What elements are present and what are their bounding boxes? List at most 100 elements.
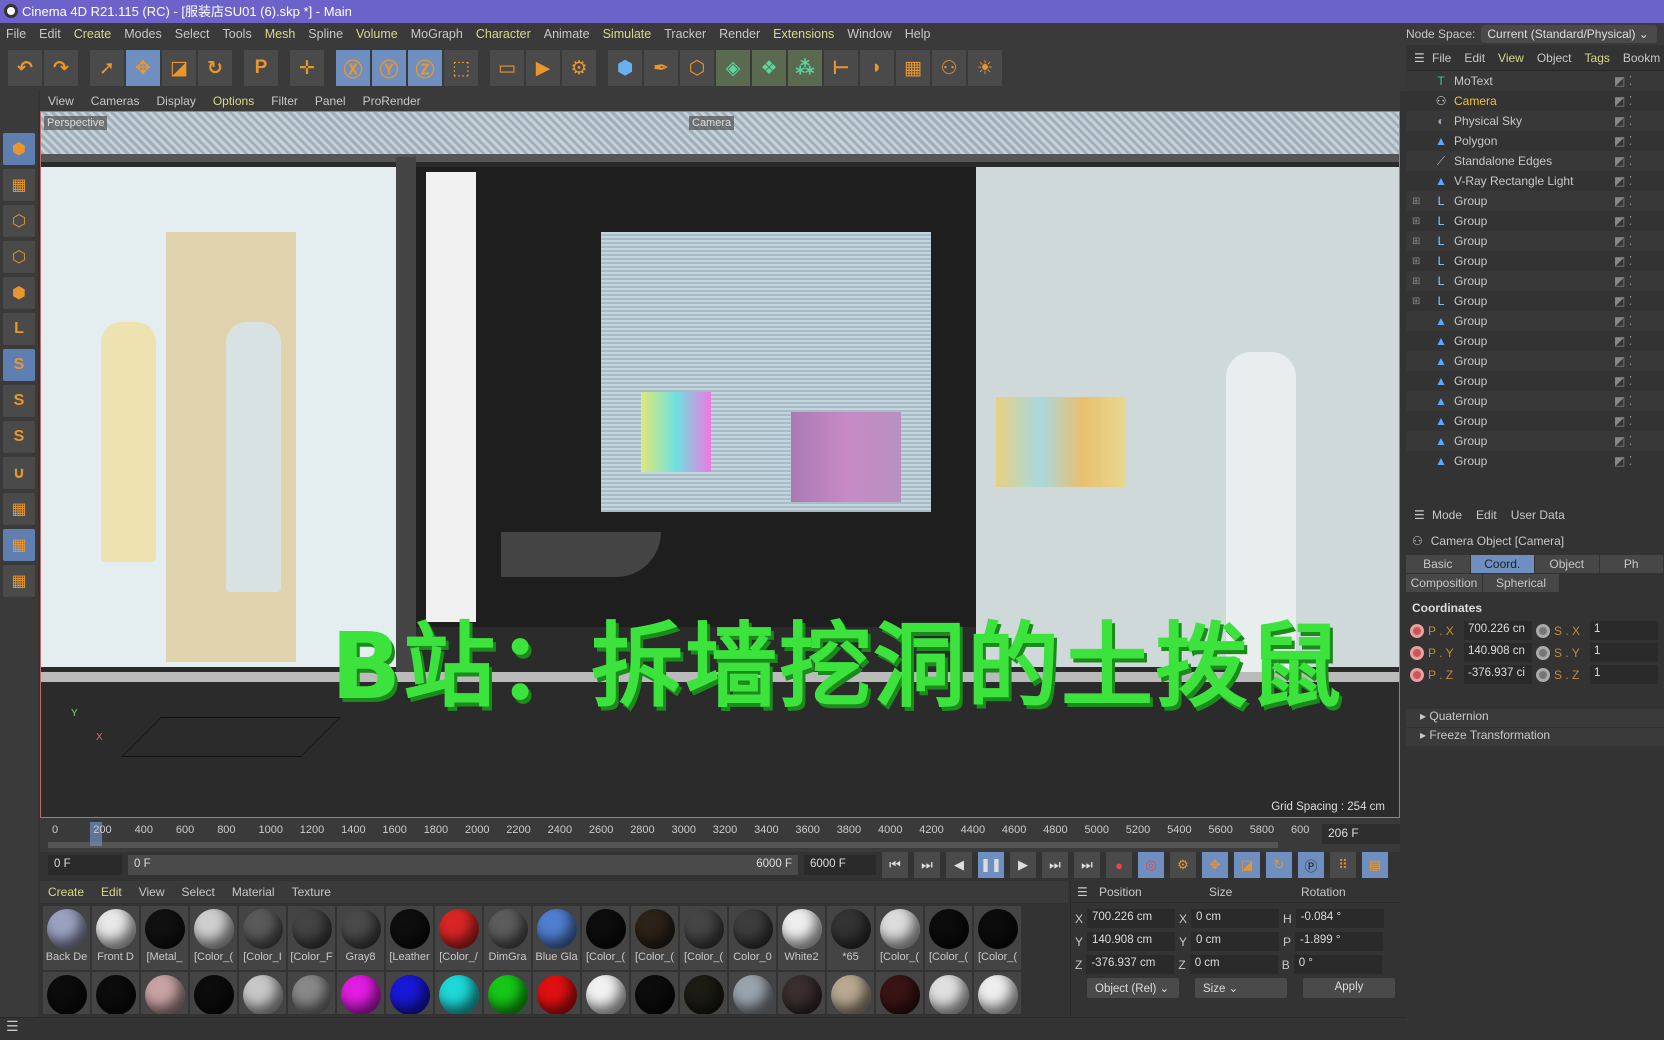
previous-key-button[interactable]: ⏭	[914, 852, 940, 878]
material-swatch[interactable]	[778, 972, 825, 1014]
menu-mesh[interactable]: Mesh	[265, 27, 296, 41]
magnet-icon[interactable]: ∪	[3, 457, 35, 489]
redo-icon[interactable]: ↷	[44, 50, 78, 86]
material-swatch[interactable]: [Leather	[386, 906, 433, 970]
attribute-menu-user-data[interactable]: User Data	[1511, 508, 1565, 522]
cube-icon[interactable]: ⬢	[608, 50, 642, 86]
texture-mode-icon[interactable]: ▦	[3, 169, 35, 201]
node-space-select[interactable]: Current (Standard/Physical) ⌄	[1481, 25, 1658, 43]
visibility-toggle-icon[interactable]: ◩ ⁚	[1614, 94, 1633, 108]
snap-settings-icon[interactable]: S	[3, 385, 35, 417]
material-swatch[interactable]: [Color_(	[190, 906, 237, 970]
menu-animate[interactable]: Animate	[544, 27, 590, 41]
material-menu-material[interactable]: Material	[232, 885, 275, 899]
material-swatch[interactable]	[533, 972, 580, 1014]
menu-extensions[interactable]: Extensions	[773, 27, 834, 41]
timeline-ruler[interactable]: 206 F 0 200 400 600 800 1000 1200 1400 1600 1800 2…	[40, 818, 1400, 852]
object-row[interactable]: ⊞ L Group ◩ ⁚	[1406, 191, 1664, 211]
expand-icon[interactable]: ⊞	[1412, 196, 1420, 207]
tab-coord[interactable]: Coord.	[1470, 555, 1534, 573]
scale-field[interactable]: 1	[1590, 665, 1658, 684]
material-swatch[interactable]	[484, 972, 531, 1014]
material-swatch[interactable]	[925, 972, 972, 1014]
keyframe-toggle-icon[interactable]	[1410, 645, 1424, 660]
material-swatch[interactable]	[190, 972, 237, 1014]
menu-icon[interactable]: ☰	[1077, 885, 1099, 899]
keyframe-toggle-icon[interactable]	[1536, 623, 1550, 638]
object-row[interactable]: ▲ Group ◩ ⁚	[1406, 311, 1664, 331]
key-scale-icon[interactable]: ◪	[1234, 852, 1260, 878]
snap-enable-icon[interactable]: S	[3, 421, 35, 453]
material-swatch[interactable]	[827, 972, 874, 1014]
world-axis-icon[interactable]: ✛	[290, 50, 324, 86]
visibility-toggle-icon[interactable]: ◩ ⁚	[1614, 174, 1633, 188]
object-row[interactable]: ⊞ L Group ◩ ⁚	[1406, 251, 1664, 271]
object-row[interactable]: ▲ Group ◩ ⁚	[1406, 451, 1664, 471]
material-swatch[interactable]: Color_0	[729, 906, 776, 970]
coordinate-mode-dropdown[interactable]: Object (Rel) ⌄	[1087, 978, 1179, 998]
material-swatch[interactable]: [Color_/	[435, 906, 482, 970]
position-field[interactable]: 140.908 cm	[1087, 932, 1176, 951]
axis-mode-icon[interactable]: L	[3, 313, 35, 345]
material-menu-edit[interactable]: Edit	[101, 885, 122, 899]
expand-icon[interactable]: ⊞	[1412, 236, 1420, 247]
key-parameter-icon[interactable]: Ⓟ	[1298, 852, 1324, 878]
status-menu-icon[interactable]: ☰	[6, 1018, 19, 1034]
material-swatch[interactable]: [Color_(	[631, 906, 678, 970]
material-menu-select[interactable]: Select	[182, 885, 215, 899]
z-axis-icon[interactable]: Ⓩ	[408, 50, 442, 86]
move-icon[interactable]: ✥	[126, 50, 160, 86]
visibility-toggle-icon[interactable]: ◩ ⁚	[1614, 434, 1633, 448]
coordinate-system-icon[interactable]: ⬚	[444, 50, 478, 86]
visibility-toggle-icon[interactable]: ◩ ⁚	[1614, 374, 1633, 388]
object-menu-bookm[interactable]: Bookm	[1623, 51, 1660, 65]
render-view-icon[interactable]: ▶	[526, 50, 560, 86]
object-row[interactable]: ⚇ Camera ◩ ⁚	[1406, 91, 1664, 111]
menu-simulate[interactable]: Simulate	[603, 27, 652, 41]
material-swatch[interactable]	[631, 972, 678, 1014]
pause-button[interactable]: ❚❚	[978, 852, 1004, 878]
grid-icon[interactable]: ▦	[3, 565, 35, 597]
tab-basic[interactable]: Basic	[1406, 555, 1470, 573]
object-row[interactable]: ▲ Group ◩ ⁚	[1406, 371, 1664, 391]
visibility-toggle-icon[interactable]: ◩ ⁚	[1614, 114, 1633, 128]
array-icon[interactable]: ⁂	[788, 50, 822, 86]
object-menu-object[interactable]: Object	[1537, 51, 1572, 65]
object-row[interactable]: ▲ Group ◩ ⁚	[1406, 351, 1664, 371]
scale-icon[interactable]: ◪	[162, 50, 196, 86]
tab-ph[interactable]: Ph	[1599, 555, 1663, 573]
end-frame-field[interactable]: 6000 F	[804, 855, 876, 875]
object-row[interactable]: ▲ Polygon ◩ ⁚	[1406, 131, 1664, 151]
material-swatch[interactable]	[435, 972, 482, 1014]
material-menu-texture[interactable]: Texture	[292, 885, 331, 899]
menu-help[interactable]: Help	[905, 27, 931, 41]
frame-range-slider[interactable]: 0 F 6000 F	[128, 855, 798, 875]
visibility-toggle-icon[interactable]: ◩ ⁚	[1614, 234, 1633, 248]
material-swatch[interactable]: [Color_(	[680, 906, 727, 970]
visibility-toggle-icon[interactable]: ◩ ⁚	[1614, 274, 1633, 288]
extrude-icon[interactable]: ◈	[716, 50, 750, 86]
visibility-toggle-icon[interactable]: ◩ ⁚	[1614, 154, 1633, 168]
freeze-transformation-section[interactable]: ▸ Freeze Transformation	[1406, 728, 1664, 746]
quaternion-section[interactable]: ▸ Quaternion	[1406, 709, 1664, 727]
rotation-field[interactable]: 0 °	[1293, 955, 1382, 974]
material-swatch[interactable]: *65	[827, 906, 874, 970]
key-pla-icon[interactable]: ⠿	[1330, 852, 1356, 878]
visibility-toggle-icon[interactable]: ◩ ⁚	[1614, 454, 1633, 468]
material-swatch[interactable]	[876, 972, 923, 1014]
rotate-icon[interactable]: ↻	[198, 50, 232, 86]
menu-tracker[interactable]: Tracker	[664, 27, 706, 41]
position-field[interactable]: 140.908 cn	[1464, 643, 1532, 662]
object-row[interactable]: ◐ Physical Sky ◩ ⁚	[1406, 111, 1664, 131]
keyframe-toggle-icon[interactable]	[1536, 645, 1550, 660]
point-mode-icon[interactable]: ⬡	[3, 205, 35, 237]
menu-modes[interactable]: Modes	[124, 27, 162, 41]
select-icon[interactable]: ➚	[90, 50, 124, 86]
key-rotation-icon[interactable]: ↻	[1266, 852, 1292, 878]
tab-object[interactable]: Object	[1535, 555, 1599, 573]
tab-composition[interactable]: Composition	[1406, 574, 1482, 592]
material-swatch[interactable]	[92, 972, 139, 1014]
menu-select[interactable]: Select	[175, 27, 210, 41]
object-menu-edit[interactable]: Edit	[1464, 51, 1485, 65]
position-field[interactable]: -376.937 ci	[1464, 665, 1532, 684]
